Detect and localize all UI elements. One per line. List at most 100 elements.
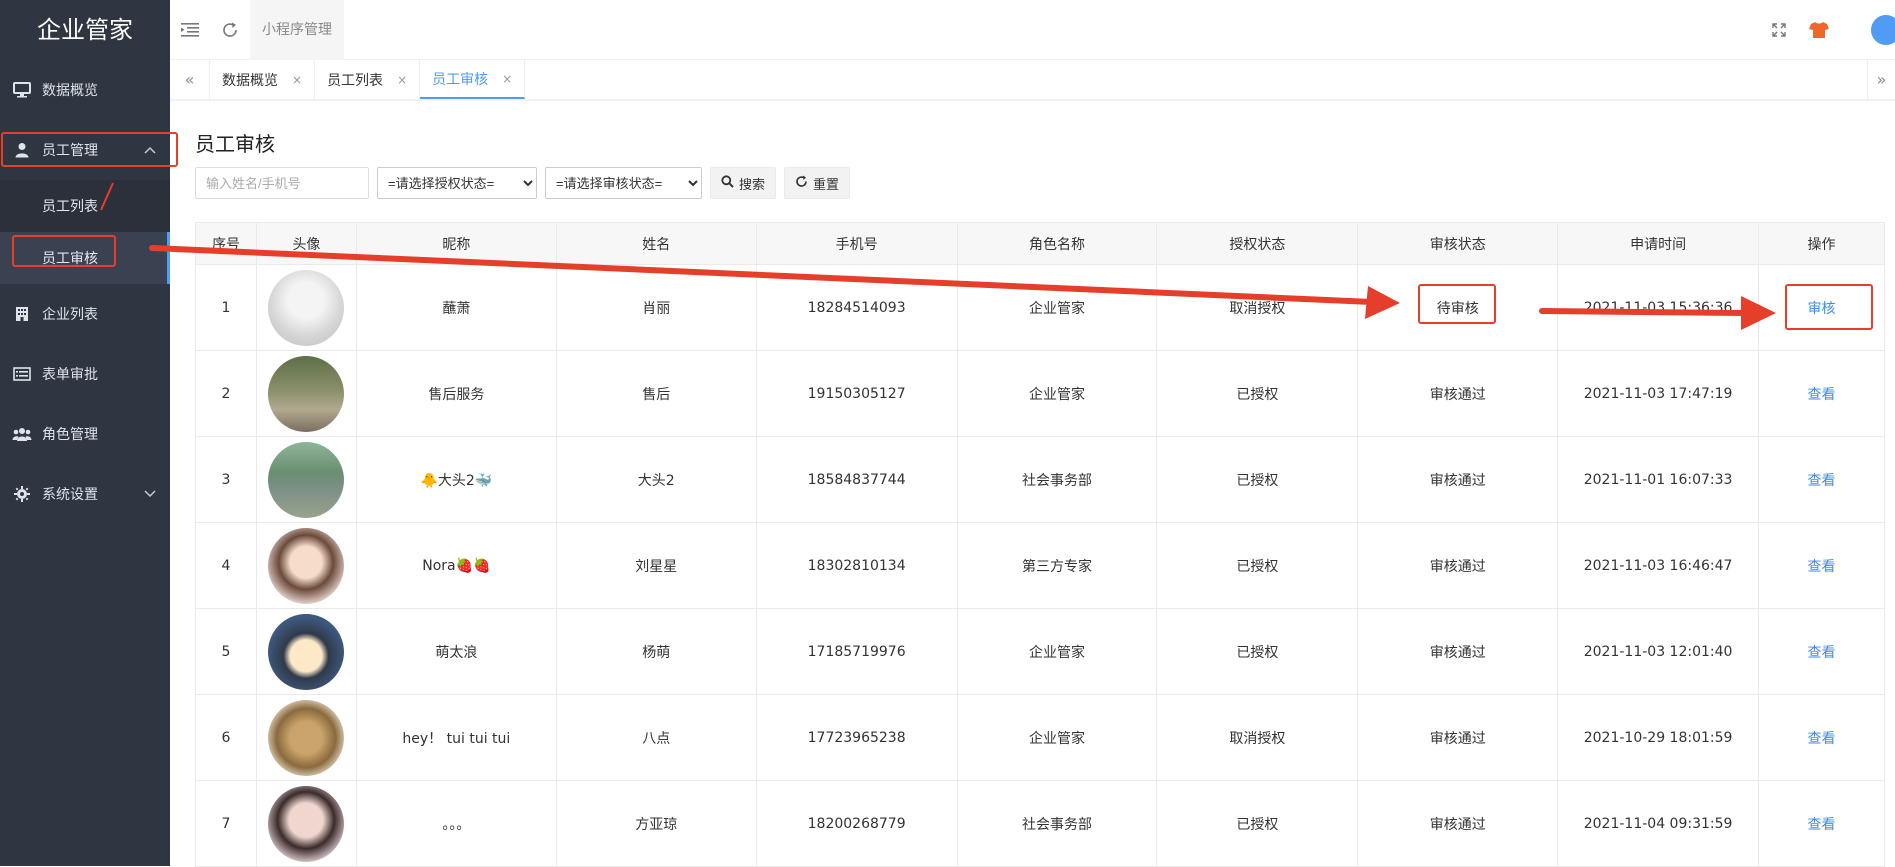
tabs-scroll-right-icon[interactable]: » (1867, 60, 1895, 99)
sidebar-item-data-overview[interactable]: 数据概览 (0, 60, 170, 120)
sidebar-item-label: 系统设置 (42, 484, 98, 504)
tab-employee-audit[interactable]: 员工审核 × (420, 60, 525, 99)
search-button-label: 搜索 (739, 174, 765, 193)
view-link[interactable]: 查看 (1808, 387, 1836, 403)
reset-button[interactable]: 重置 (784, 167, 850, 199)
users-icon (12, 425, 32, 443)
cell-audit-status: 审核通过 (1358, 523, 1558, 609)
sidebar-item-employee-list[interactable]: 员工列表 (0, 180, 170, 232)
cell-nickname: hey！ tui tui tui (356, 695, 556, 781)
avatar (268, 528, 344, 604)
view-link[interactable]: 查看 (1808, 817, 1836, 833)
building-icon (12, 305, 32, 323)
cell-apply-time: 2021-10-29 18:01:59 (1558, 695, 1759, 781)
refresh-icon (795, 175, 808, 192)
monitor-icon (12, 81, 32, 99)
column-header: 授权状态 (1157, 223, 1358, 265)
cell-name: 八点 (556, 695, 756, 781)
sidebar-item-form-approval[interactable]: 表单审批 (0, 344, 170, 404)
annotation-box-employee-management (1, 132, 178, 167)
cell-nickname: 萌太浪 (356, 609, 556, 695)
cell-nickname: Nora🍓🍓 (356, 523, 556, 609)
refresh-icon[interactable] (210, 0, 250, 60)
cell-audit-status: 审核通过 (1358, 609, 1558, 695)
column-header: 申请时间 (1558, 223, 1759, 265)
cell-audit-status: 审核通过 (1358, 695, 1558, 781)
annotation-box-audit-action (1785, 284, 1873, 330)
cell-nickname: 。。。 (356, 781, 556, 867)
cell-auth-status: 取消授权 (1157, 265, 1358, 351)
cell-apply-time: 2021-11-01 16:07:33 (1558, 437, 1759, 523)
mini-program-tab[interactable]: 小程序管理 (250, 0, 344, 60)
cell-role: 社会事务部 (957, 437, 1157, 523)
column-header: 序号 (196, 223, 257, 265)
app-logo: 企业管家 (0, 0, 170, 60)
main-content: 员工审核 =请选择授权状态= =请选择审核状态= 搜索 重置 (170, 103, 1895, 866)
cell-name: 方亚琼 (556, 781, 756, 867)
table-row: 4 Nora🍓🍓 刘星星 18302810134 第三方专家 已授权 审核通过 … (196, 523, 1885, 609)
cell-role: 企业管家 (957, 609, 1157, 695)
topbar-right (1759, 0, 1895, 60)
cell-role: 企业管家 (957, 265, 1157, 351)
avatar (268, 700, 344, 776)
search-button[interactable]: 搜索 (710, 167, 776, 199)
cell-name: 售后 (556, 351, 756, 437)
cell-nickname: 售后服务 (356, 351, 556, 437)
cell-phone: 18200268779 (756, 781, 957, 867)
collapse-menu-icon[interactable] (170, 0, 210, 60)
cell-avatar (256, 265, 356, 351)
cell-no: 7 (196, 781, 257, 867)
table-row: 6 hey！ tui tui tui 八点 17723965238 企业管家 取… (196, 695, 1885, 781)
close-icon[interactable]: × (502, 72, 512, 86)
page-title: 员工审核 (195, 128, 1885, 157)
close-icon[interactable]: × (397, 73, 407, 87)
tabs-scroll-left-icon[interactable]: « (170, 60, 210, 99)
view-link[interactable]: 查看 (1808, 731, 1836, 747)
cell-action: 查看 (1759, 351, 1885, 437)
theme-shirt-icon[interactable] (1799, 21, 1839, 39)
cell-phone: 18584837744 (756, 437, 957, 523)
cell-action: 查看 (1759, 523, 1885, 609)
avatar[interactable] (1839, 15, 1895, 45)
tab-data-overview[interactable]: 数据概览 × (210, 60, 315, 99)
cell-avatar (256, 695, 356, 781)
cell-role: 社会事务部 (957, 781, 1157, 867)
view-link[interactable]: 查看 (1808, 559, 1836, 575)
cell-auth-status: 已授权 (1157, 609, 1358, 695)
column-header: 昵称 (356, 223, 556, 265)
sidebar-item-enterprise-list[interactable]: 企业列表 (0, 284, 170, 344)
sidebar-item-system-settings[interactable]: 系统设置 (0, 464, 170, 524)
cell-no: 4 (196, 523, 257, 609)
annotation-box-pending-status (1418, 284, 1496, 324)
gear-icon (12, 485, 32, 503)
close-icon[interactable]: × (292, 73, 302, 87)
audit-status-select[interactable]: =请选择审核状态= (545, 167, 702, 199)
cell-phone: 18302810134 (756, 523, 957, 609)
fullscreen-icon[interactable] (1759, 23, 1799, 37)
reset-button-label: 重置 (813, 174, 839, 193)
cell-phone: 17185719976 (756, 609, 957, 695)
search-input[interactable] (195, 167, 369, 199)
cell-nickname: 蘸萧 (356, 265, 556, 351)
tab-label: 员工列表 (327, 70, 383, 90)
cell-avatar (256, 609, 356, 695)
cell-avatar (256, 437, 356, 523)
view-link[interactable]: 查看 (1808, 473, 1836, 489)
cell-avatar (256, 781, 356, 867)
avatar (268, 786, 344, 862)
tab-employee-list[interactable]: 员工列表 × (315, 60, 420, 99)
tabs-bar: « 数据概览 × 员工列表 × 员工审核 × » (170, 60, 1895, 101)
avatar (268, 270, 344, 346)
cell-nickname: 🐥大头2🐳 (356, 437, 556, 523)
sidebar-item-label: 角色管理 (42, 424, 98, 444)
tab-label: 数据概览 (222, 70, 278, 90)
cell-phone: 17723965238 (756, 695, 957, 781)
sidebar-item-role-management[interactable]: 角色管理 (0, 404, 170, 464)
chevron-down-icon (144, 487, 156, 501)
view-link[interactable]: 查看 (1808, 645, 1836, 661)
cell-phone: 18284514093 (756, 265, 957, 351)
auth-status-select[interactable]: =请选择授权状态= (377, 167, 537, 199)
table-row: 2 售后服务 售后 19150305127 企业管家 已授权 审核通过 2021… (196, 351, 1885, 437)
cell-auth-status: 已授权 (1157, 781, 1358, 867)
cell-name: 肖丽 (556, 265, 756, 351)
